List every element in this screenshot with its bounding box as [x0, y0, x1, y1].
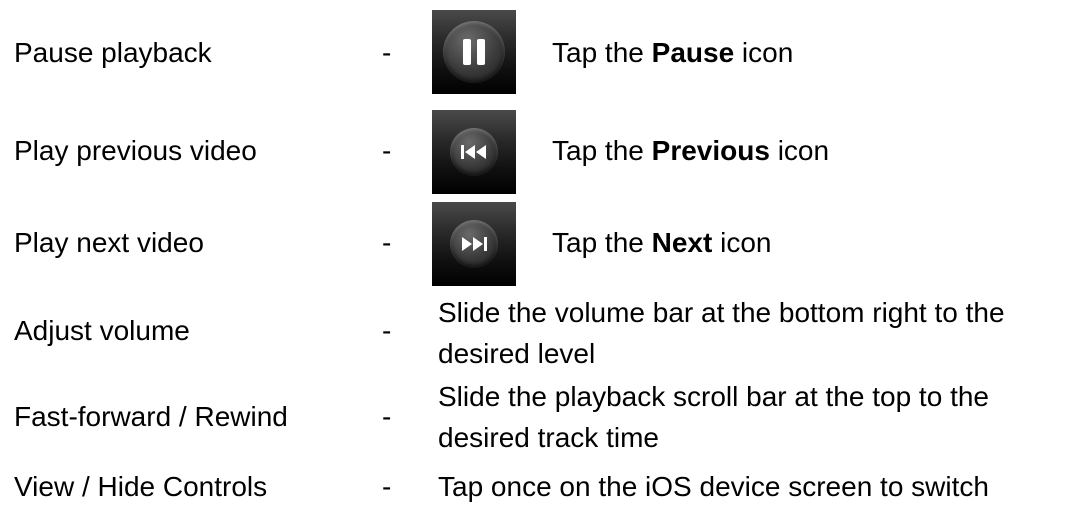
- instruction-row-volume: Adjust volume - Slide the volume bar at …: [0, 292, 1088, 376]
- instruction-row-previous: Play previous video - Tap the Previous i…: [0, 110, 1088, 206]
- action-description: Slide the playback scroll bar at the top…: [438, 376, 1078, 458]
- previous-track-icon: [432, 110, 516, 194]
- separator-dash: -: [382, 315, 392, 346]
- instruction-row-controls: View / Hide Controls - Tap once on the i…: [0, 462, 1088, 512]
- separator-dash: -: [382, 135, 392, 166]
- pause-icon: [432, 10, 516, 94]
- separator-dash: -: [382, 227, 392, 258]
- action-description: Tap the Pause icon: [552, 37, 794, 68]
- description-line-1: Slide the playback scroll bar at the top…: [438, 381, 989, 412]
- action-label: Play previous video: [14, 135, 257, 166]
- icon-name-bold: Next: [651, 227, 713, 258]
- description-line-2: desired level: [438, 338, 596, 369]
- separator-dash: -: [382, 37, 392, 68]
- icon-name-bold: Previous: [651, 135, 770, 166]
- separator-dash: -: [382, 401, 392, 432]
- instruction-row-seek: Fast-forward / Rewind - Slide the playba…: [0, 376, 1088, 460]
- action-label: Fast-forward / Rewind: [14, 401, 288, 432]
- action-description: Tap the Previous icon: [552, 135, 830, 166]
- description-line-2: desired track time: [438, 422, 659, 453]
- separator-dash: -: [382, 471, 392, 502]
- description-line-1: Tap once on the iOS device screen to swi…: [438, 471, 989, 502]
- action-label: Play next video: [14, 227, 204, 258]
- description-line-1: Slide the volume bar at the bottom right…: [438, 297, 1005, 328]
- instruction-row-next: Play next video - Tap the Next icon: [0, 202, 1088, 290]
- action-label: View / Hide Controls: [14, 471, 268, 502]
- action-description: Tap once on the iOS device screen to swi…: [438, 466, 1078, 507]
- action-description: Slide the volume bar at the bottom right…: [438, 292, 1078, 374]
- instruction-row-pause: Pause playback - Tap the Pause icon: [0, 0, 1088, 110]
- action-label: Pause playback: [14, 37, 212, 68]
- action-description: Tap the Next icon: [552, 227, 772, 258]
- next-track-icon: [432, 202, 516, 286]
- icon-name-bold: Pause: [651, 37, 735, 68]
- action-label: Adjust volume: [14, 315, 190, 346]
